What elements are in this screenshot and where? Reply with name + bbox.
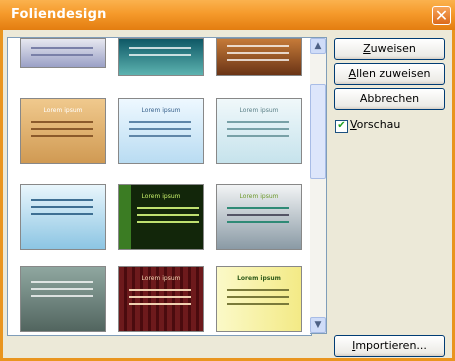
thumbnail-title: Lorem ipsum [239, 193, 279, 200]
thumbnail-title: Lorem ipsum [239, 107, 279, 114]
scroll-thumb[interactable] [310, 84, 326, 179]
import-button[interactable]: Importieren... [334, 335, 445, 357]
design-thumbnail[interactable]: Lorem ipsum [216, 184, 302, 250]
design-thumbnail[interactable]: Lorem ipsum [118, 184, 204, 250]
design-gallery: Lorem ipsum Lorem ipsum Lorem ipsum Lore… [7, 37, 312, 336]
assign-button[interactable]: Zuweisen [334, 38, 445, 60]
design-thumbnail[interactable]: Lorem ipsum [118, 266, 204, 332]
design-thumbnail[interactable] [20, 266, 106, 332]
design-thumbnail[interactable] [20, 38, 106, 68]
thumbnail-title: Lorem ipsum [237, 275, 281, 282]
scroll-up-icon[interactable]: ▲ [310, 38, 326, 54]
design-thumbnail[interactable]: Lorem ipsum [118, 98, 204, 164]
design-thumbnail[interactable]: Lorem ipsum [216, 98, 302, 164]
cancel-button[interactable]: Abbrechen [334, 88, 445, 110]
close-icon[interactable]: ✕ [432, 6, 451, 25]
title-bar: Foliendesign ✕ [0, 0, 455, 30]
scroll-down-icon[interactable]: ▼ [310, 317, 326, 333]
window-title: Foliendesign [11, 7, 107, 22]
design-thumbnail[interactable] [216, 38, 302, 76]
thumbnail-title: Lorem ipsum [141, 275, 181, 282]
gallery-scrollbar[interactable]: ▲ ▼ [310, 37, 327, 334]
design-thumbnail[interactable]: Lorem ipsum [20, 98, 106, 164]
foliendesign-dialog: Foliendesign ✕ Lorem ipsum Lorem ipsum L… [0, 0, 455, 361]
thumbnail-title: Lorem ipsum [141, 107, 181, 114]
design-thumbnail[interactable] [118, 38, 204, 76]
preview-label: Vorschau [350, 118, 401, 131]
assign-all-button[interactable]: Allen zuweisen [334, 63, 445, 85]
design-thumbnail[interactable] [20, 184, 106, 250]
thumbnail-title: Lorem ipsum [43, 107, 83, 114]
thumbnail-title: Lorem ipsum [141, 193, 181, 200]
design-thumbnail[interactable]: Lorem ipsum [216, 266, 302, 332]
preview-checkbox[interactable]: ✔ [335, 120, 348, 133]
